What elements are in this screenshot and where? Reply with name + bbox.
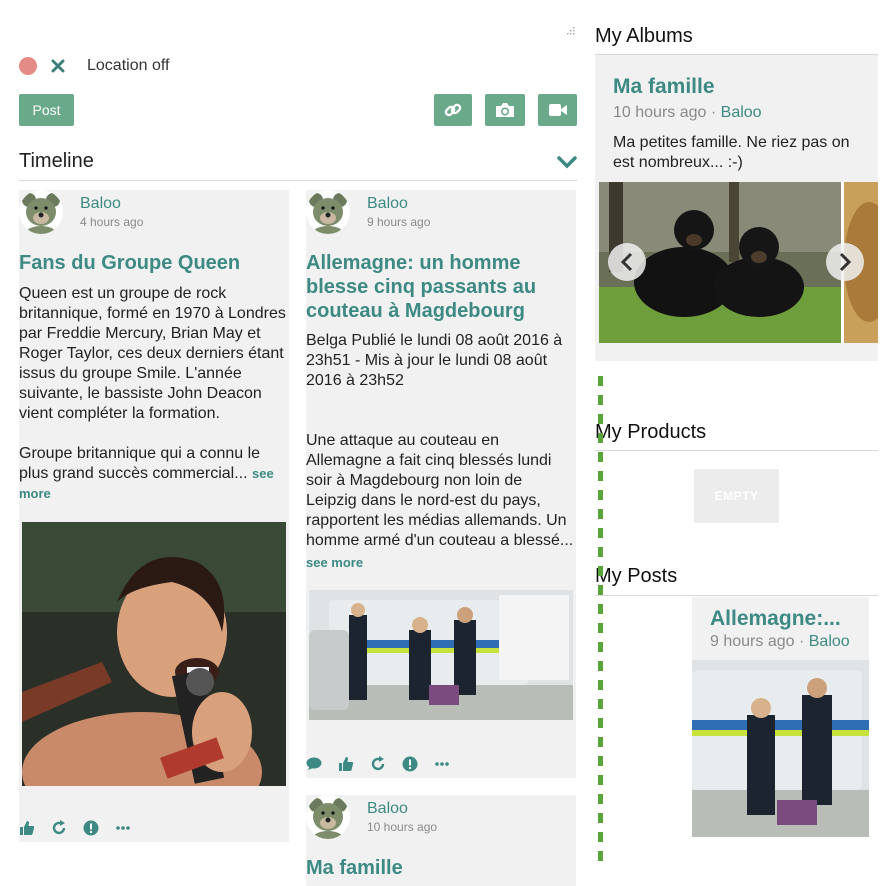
timeline-heading: Timeline [19, 150, 94, 172]
carousel-prev-button[interactable] [608, 243, 646, 281]
timeline-post-card: Baloo 10 hours ago Ma famille [306, 795, 576, 886]
post-title[interactable]: Ma famille [306, 856, 403, 880]
album-title[interactable]: Ma famille [613, 75, 715, 99]
body-line: issus du groupe Smile. L'année [19, 365, 242, 382]
avatar[interactable] [306, 795, 350, 839]
close-icon[interactable] [51, 59, 65, 73]
status-dot [19, 57, 37, 75]
desc-line: est nombreux... :-) [613, 154, 743, 171]
post-header: Baloo 4 hours ago [19, 190, 289, 234]
photo-button[interactable] [485, 94, 525, 126]
location-status: Location off [87, 57, 170, 74]
comment-icon[interactable] [306, 756, 322, 772]
divider [595, 595, 878, 596]
post-time: 4 hours ago [80, 215, 144, 229]
thumbs-up-icon[interactable] [19, 820, 35, 836]
my-post-card: Allemagne:... 9 hours ago · Baloo [692, 597, 869, 837]
post-header: Baloo 10 hours ago [306, 795, 576, 839]
post-title[interactable]: Allemagne: un homme blesse cinq passants… [306, 251, 536, 323]
my-post-time: 9 hours ago [710, 633, 795, 650]
my-post-image[interactable] [692, 660, 869, 837]
link-button[interactable] [434, 94, 472, 126]
divider [19, 180, 577, 181]
post-author[interactable]: Baloo [367, 800, 408, 818]
title-line: couteau à Magdebourg [306, 300, 525, 322]
thumbs-up-icon[interactable] [338, 756, 354, 772]
divider [595, 450, 878, 451]
post-button[interactable]: Post [19, 94, 74, 126]
post-header: Baloo 9 hours ago [306, 190, 576, 234]
chevron-left-icon [620, 252, 633, 272]
resize-grip-icon[interactable] [566, 26, 576, 36]
body-line: rapportent les médias allemands. Un [306, 512, 567, 529]
post-actions [306, 756, 466, 772]
title-line: blesse cinq passants au [306, 276, 537, 298]
meta-separator: · [710, 104, 717, 121]
body-line: Queen est un groupe de rock [19, 285, 227, 302]
body-line: par Freddie Mercury, Brian May et [19, 325, 261, 342]
body-line: britannique, formé en 1970 à Londres [19, 305, 286, 322]
album-description: Ma petites famille. Ne riez pas on est n… [613, 133, 875, 173]
body-line: vient compléter la formation. [19, 405, 220, 422]
body-line: soir à Magdebourg non loin de [306, 472, 523, 489]
body-line: Une attaque au couteau en [306, 432, 500, 449]
see-more-link[interactable]: see more [306, 553, 576, 573]
my-post-meta: 9 hours ago · Baloo [710, 633, 850, 651]
body-line: 23h51 - Mis à jour le lundi 08 août [306, 352, 548, 369]
chevron-down-icon[interactable] [556, 154, 578, 170]
post-author[interactable]: Baloo [367, 195, 408, 213]
album-meta: 10 hours ago · Baloo [613, 104, 762, 122]
body-line: Leipzig dans le nord-est du pays, [306, 492, 541, 509]
body-line: Roger Taylor, ces deux derniers étant [19, 345, 284, 362]
body-line: homme armé d'un couteau a blessé... [306, 532, 574, 549]
album-time: 10 hours ago [613, 104, 707, 121]
share-icon[interactable] [370, 756, 386, 772]
report-icon[interactable] [402, 756, 418, 772]
post-image[interactable] [22, 522, 286, 786]
more-icon[interactable] [434, 756, 450, 772]
timeline-post-card: Baloo 9 hours ago Allemagne: un homme bl… [306, 190, 576, 778]
album-author[interactable]: Baloo [721, 104, 762, 121]
body-line: suivante, le bassiste John Deacon [19, 385, 262, 402]
timeline-post-card: Baloo 4 hours ago Fans du Groupe Queen Q… [19, 190, 289, 842]
camera-icon [496, 103, 514, 117]
post-actions [19, 820, 147, 836]
drag-guide-line [598, 376, 603, 864]
desc-line: Ma petites famille. Ne riez pas on [613, 134, 850, 151]
link-icon [444, 103, 462, 117]
my-post-title[interactable]: Allemagne:... [710, 607, 865, 631]
avatar[interactable] [306, 190, 350, 234]
body-line: Allemagne a fait cinq blessés lundi [306, 452, 552, 469]
my-post-author[interactable]: Baloo [809, 633, 850, 650]
title-line: Allemagne: un homme [306, 252, 521, 274]
post-author[interactable]: Baloo [80, 195, 121, 213]
chevron-right-icon [839, 252, 852, 272]
location-row: Location off [19, 55, 169, 77]
report-icon[interactable] [83, 820, 99, 836]
post-image[interactable] [309, 590, 573, 720]
body-line: Groupe britannique qui a connu le [19, 445, 261, 462]
carousel-next-button[interactable] [826, 243, 864, 281]
post-body: Belga Publié le lundi 08 août 2016 à 23h… [306, 331, 576, 573]
meta-separator: · [798, 633, 805, 650]
empty-placeholder: EMPTY [694, 469, 779, 523]
post-body: Queen est un groupe de rock britannique,… [19, 284, 289, 504]
more-icon[interactable] [115, 820, 131, 836]
post-time: 10 hours ago [367, 820, 438, 834]
avatar[interactable] [19, 190, 63, 234]
share-icon[interactable] [51, 820, 67, 836]
body-line: 2016 à 23h52 [306, 372, 404, 389]
body-line: plus grand succès commercial... [19, 465, 248, 482]
body-line: Belga Publié le lundi 08 août 2016 à [306, 332, 563, 349]
post-title[interactable]: Fans du Groupe Queen [19, 251, 240, 275]
video-icon [548, 104, 567, 116]
video-button[interactable] [538, 94, 577, 126]
post-time: 9 hours ago [367, 215, 431, 229]
album-card: Ma famille 10 hours ago · Baloo Ma petit… [595, 55, 878, 361]
posts-heading: My Posts [595, 565, 678, 587]
albums-heading: My Albums [595, 25, 693, 47]
products-heading: My Products [595, 421, 707, 443]
